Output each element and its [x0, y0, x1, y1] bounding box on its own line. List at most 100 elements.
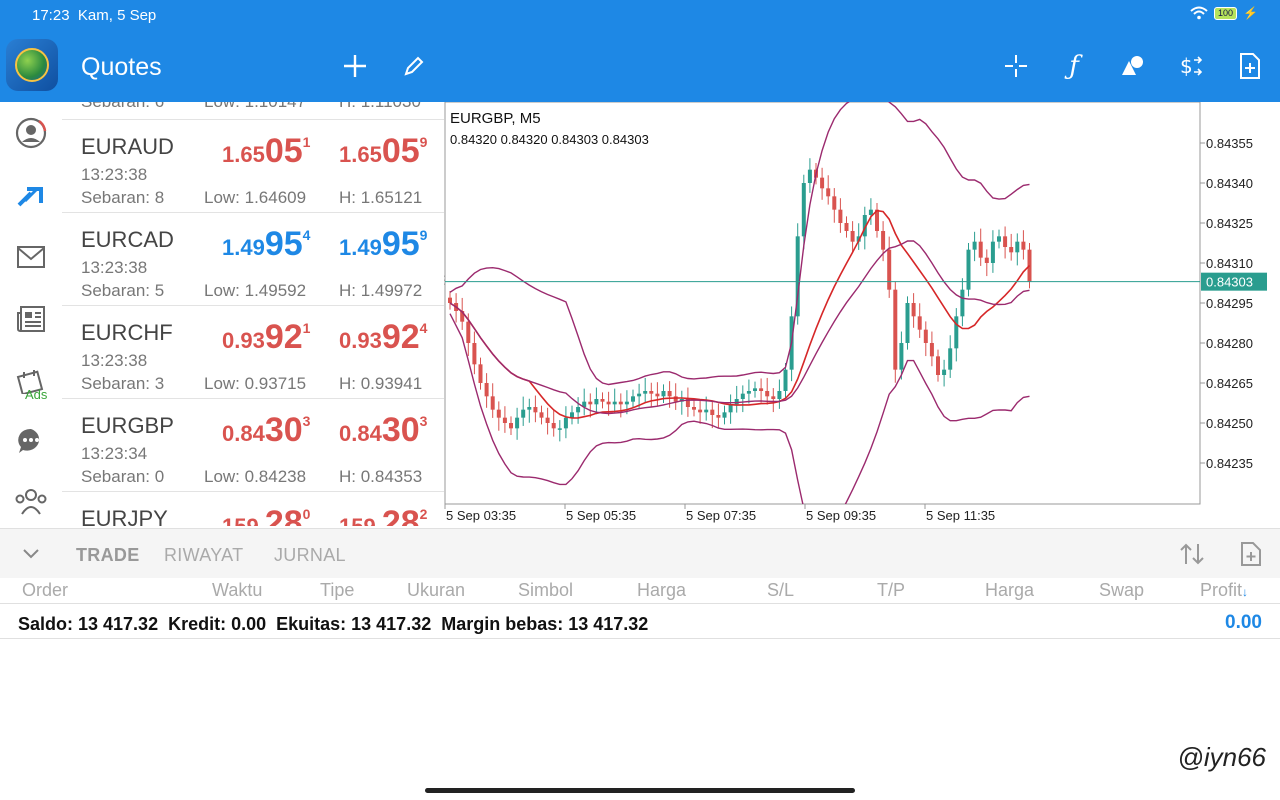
col-tp[interactable]: T/P: [877, 580, 905, 601]
candle-body: [960, 289, 965, 317]
candle-body: [484, 383, 489, 397]
ask-price: 0.84303: [339, 411, 428, 449]
crosshair-button[interactable]: [998, 48, 1034, 84]
add-symbol-button[interactable]: [337, 48, 373, 84]
y-tick-label: 0.84280: [1206, 336, 1253, 351]
list-item[interactable]: EURGBP 13:23:34 Sebaran: 0 Low: 0.84238 H: 0…: [62, 399, 444, 492]
candle-body: [698, 409, 703, 413]
sidebar-item-ads[interactable]: Ads: [12, 362, 50, 402]
svg-text:$: $: [1180, 54, 1193, 78]
document-plus-icon[interactable]: [1240, 541, 1262, 567]
col-type[interactable]: Tipe: [320, 580, 354, 601]
candle-body: [1015, 241, 1020, 253]
toolbox-tabs: TRADE RIWAYAT JURNAL: [0, 528, 1280, 578]
candle-body: [746, 391, 751, 394]
trade-button[interactable]: $: [1172, 48, 1208, 84]
candle-body: [832, 196, 837, 210]
candle-body: [618, 401, 623, 405]
candle-body: [1003, 236, 1008, 247]
candle-body: [588, 401, 593, 405]
candle-body: [734, 399, 739, 405]
sidebar-item-chat[interactable]: [12, 422, 50, 460]
candle-body: [978, 241, 983, 258]
col-swap[interactable]: Swap: [1099, 580, 1144, 601]
sidebar-item-mail[interactable]: [12, 238, 50, 276]
tab-journal[interactable]: JURNAL: [274, 545, 346, 566]
tab-history[interactable]: RIWAYAT: [164, 545, 243, 566]
x-tick-label: 5 Sep 11:35: [926, 508, 995, 523]
col-sl[interactable]: S/L: [767, 580, 794, 601]
quote-time: 13:23:38: [81, 165, 148, 184]
sidebar-item-news[interactable]: [12, 300, 50, 338]
sidebar-item-trade[interactable]: [12, 176, 50, 214]
status-bar: 17:23 Kam, 5 Sep 100 ⚡: [0, 0, 1280, 32]
status-icons: 100 ⚡: [1190, 6, 1258, 20]
candle-body: [545, 417, 550, 423]
bid-price: 0.84303: [222, 411, 311, 449]
col-time[interactable]: Waktu: [212, 580, 262, 601]
sort-icon[interactable]: [1178, 541, 1206, 567]
col-price-current[interactable]: Harga: [985, 580, 1034, 601]
candle-body: [692, 407, 696, 410]
col-profit[interactable]: Profit↓: [1200, 580, 1248, 601]
total-profit: 0.00: [1225, 612, 1262, 633]
col-order[interactable]: Order: [22, 580, 68, 601]
y-tick-label: 0.84325: [1206, 216, 1253, 231]
pencil-icon: [404, 56, 424, 76]
col-symbol[interactable]: Simbol: [518, 580, 573, 601]
tab-trade[interactable]: TRADE: [76, 545, 140, 566]
sidebar-item-community[interactable]: [12, 482, 50, 520]
col-price[interactable]: Harga: [637, 580, 686, 601]
balance-text: Saldo: 13 417.32 Kredit: 0.00 Ekuitas: 1…: [18, 614, 649, 634]
candle-body: [667, 391, 672, 397]
candle-body: [936, 356, 940, 375]
candle-body: [954, 316, 959, 349]
sidebar-item-account[interactable]: [12, 114, 50, 152]
list-item[interactable]: EURAUD 13:23:38 Sebaran: 8 Low: 1.64609 H: 1…: [62, 120, 444, 213]
candle-body: [521, 409, 526, 418]
candle-body: [899, 343, 904, 370]
candle-body: [905, 303, 910, 343]
ads-label: Ads: [25, 387, 48, 402]
chart-ohlc: 0.84320 0.84320 0.84303 0.84303: [450, 132, 649, 147]
moving-average-line: [449, 209, 1031, 419]
objects-button[interactable]: [1114, 48, 1150, 84]
candle-body: [716, 415, 721, 418]
quotes-list[interactable]: Sebaran: 6 Low: 1.10147 H: 1.11030 EURAU…: [62, 102, 444, 526]
candle-body: [557, 428, 562, 430]
candle-body: [661, 391, 666, 397]
candle-body: [539, 412, 544, 418]
col-size[interactable]: Ukuran: [407, 580, 465, 601]
candle-body: [1009, 247, 1014, 253]
mail-icon: [17, 246, 45, 268]
candle-body: [777, 391, 782, 399]
quote-time: 13:23:38: [81, 258, 148, 277]
price-chart[interactable]: 0.84355 0.84340 0.84325 0.84310 0.84295 0.842…: [444, 102, 1280, 526]
chevron-down-icon[interactable]: [22, 547, 40, 561]
list-item[interactable]: EURCHF 13:23:38 Sebaran: 3 Low: 0.93715 H: 0…: [62, 306, 444, 399]
charging-icon: ⚡: [1243, 6, 1258, 20]
chat-icon: [18, 428, 40, 453]
edit-button[interactable]: [396, 48, 432, 84]
list-item[interactable]: EURCAD 13:23:38 Sebaran: 5 Low: 1.49592 H: 1…: [62, 213, 444, 306]
current-price-label: 0.84303: [1206, 275, 1253, 290]
candle-body: [783, 369, 788, 391]
candle-body: [820, 177, 825, 189]
home-indicator[interactable]: [425, 788, 855, 793]
candle-body: [942, 369, 947, 375]
watermark: @iyn66: [1177, 742, 1266, 772]
indicators-button[interactable]: ƒ: [1056, 48, 1092, 84]
candle-body: [917, 316, 922, 330]
chart-canvas[interactable]: 0.84355 0.84340 0.84325 0.84310 0.84295 0.842…: [444, 102, 1280, 526]
x-tick-label: 5 Sep 09:35: [806, 508, 876, 523]
ask-price: 0.93924: [339, 318, 428, 356]
new-order-button[interactable]: [1232, 48, 1268, 84]
candle-body: [624, 401, 629, 405]
candle-body: [759, 388, 764, 391]
list-item[interactable]: EURJPY 159.280 159.282: [62, 492, 444, 526]
app-logo[interactable]: [6, 39, 58, 91]
candle-body: [771, 396, 776, 399]
spread-text: Sebaran: 8: [81, 188, 165, 207]
list-item[interactable]: Sebaran: 6 Low: 1.10147 H: 1.11030: [62, 102, 444, 120]
candle-body: [753, 388, 757, 391]
